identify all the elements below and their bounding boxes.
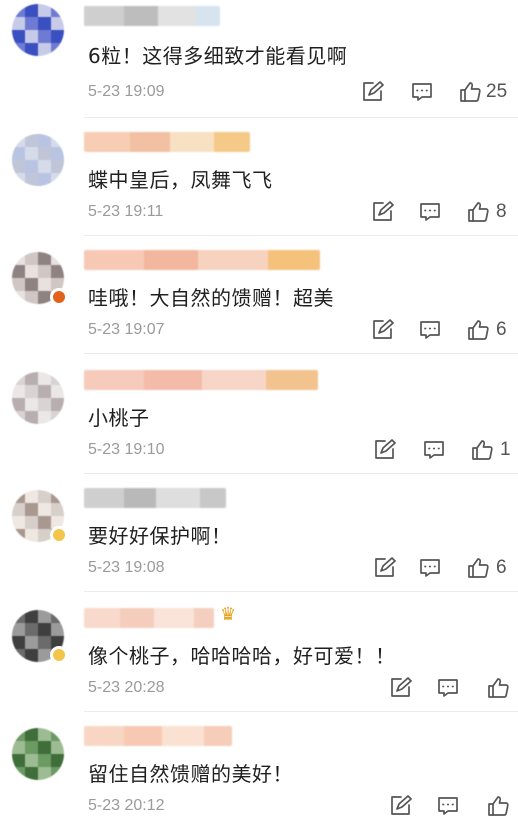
like-button[interactable]: [466, 318, 492, 344]
like-button[interactable]: [486, 794, 512, 820]
comment-bubble-icon: [418, 203, 442, 228]
comment-feed: 6粒！这得多细致才能看见啊 5-23 19:09 25 蝶中皇后，凤舞飞飞 5-23 1…: [0, 0, 518, 830]
divider: [84, 591, 518, 592]
reply-button[interactable]: [418, 318, 444, 344]
thumbs-up-icon: [458, 82, 482, 108]
comment-bubble-icon: [418, 559, 442, 584]
thumbs-up-icon: [466, 202, 490, 228]
reply-button[interactable]: [418, 556, 444, 582]
share-button[interactable]: [360, 80, 386, 106]
comment-timestamp: 5-23 19:09: [88, 83, 165, 100]
share-edit-icon: [388, 677, 412, 704]
comment-timestamp: 5-23 19:10: [88, 441, 165, 458]
share-button[interactable]: [372, 438, 398, 464]
like-count: 1: [500, 439, 511, 460]
username-blurred[interactable]: [84, 488, 226, 508]
avatar[interactable]: [12, 4, 64, 56]
divider: [84, 353, 518, 354]
share-edit-icon: [360, 81, 384, 108]
comment-item[interactable]: 蝶中皇后，凤舞飞飞 5-23 19:11 8: [0, 118, 518, 236]
comment-text: 像个桃子，哈哈哈哈，好可爱！！: [88, 644, 396, 668]
like-button[interactable]: [466, 556, 492, 582]
avatar[interactable]: [12, 372, 64, 424]
share-button[interactable]: [370, 318, 396, 344]
like-button[interactable]: [466, 200, 492, 226]
share-edit-icon: [388, 795, 412, 822]
username-blurred[interactable]: [84, 6, 220, 26]
comment-timestamp: 5-23 19:07: [88, 321, 165, 338]
comment-timestamp: 5-23 19:08: [88, 559, 165, 576]
reply-button[interactable]: [436, 676, 462, 702]
thumbs-up-icon: [470, 440, 494, 466]
comment-timestamp: 5-23 20:28: [88, 679, 165, 696]
verified-badge-icon: [50, 646, 68, 664]
username-blurred[interactable]: [84, 132, 250, 152]
share-button[interactable]: [370, 200, 396, 226]
like-count: 6: [496, 557, 507, 578]
share-button[interactable]: [388, 676, 414, 702]
comment-item[interactable]: ♛ 像个桃子，哈哈哈哈，好可爱！！ 5-23 20:28: [0, 594, 518, 712]
comment-item[interactable]: 留住自然馈赠的美好！ 5-23 20:12: [0, 712, 518, 830]
comment-timestamp: 5-23 20:12: [88, 797, 165, 814]
like-count: 25: [486, 81, 508, 102]
avatar[interactable]: [12, 728, 64, 780]
avatar[interactable]: [12, 134, 64, 186]
comment-text: 留住自然馈赠的美好！: [88, 762, 293, 786]
like-button[interactable]: [486, 676, 512, 702]
comment-item[interactable]: 要好好保护啊！ 5-23 19:08 6: [0, 474, 518, 592]
comment-item[interactable]: 6粒！这得多细致才能看见啊 5-23 19:09 25: [0, 0, 518, 118]
crown-icon: ♛: [220, 604, 237, 625]
username-blurred[interactable]: [84, 726, 232, 746]
reply-button[interactable]: [418, 200, 444, 226]
comment-bubble-icon: [422, 441, 446, 466]
share-edit-icon: [372, 439, 396, 466]
comment-item[interactable]: 哇哦！大自然的馈赠！超美 5-23 19:07 6: [0, 236, 518, 354]
username-blurred[interactable]: [84, 370, 318, 390]
like-count: 6: [496, 319, 507, 340]
reply-button[interactable]: [410, 80, 436, 106]
comment-text: 6粒！这得多细致才能看见啊: [88, 44, 348, 68]
verified-badge-icon: [50, 288, 68, 306]
share-edit-icon: [370, 201, 394, 228]
username-blurred[interactable]: [84, 250, 320, 270]
thumbs-up-icon: [466, 320, 490, 346]
share-edit-icon: [372, 557, 396, 584]
comment-timestamp: 5-23 19:11: [88, 203, 164, 220]
thumbs-up-icon: [486, 678, 510, 704]
comment-text: 蝶中皇后，凤舞飞飞: [88, 168, 273, 192]
reply-button[interactable]: [422, 438, 448, 464]
like-button[interactable]: [470, 438, 496, 464]
comment-text: 小桃子: [88, 406, 150, 430]
comment-text: 要好好保护啊！: [88, 524, 232, 548]
username-blurred[interactable]: [84, 608, 214, 628]
verified-badge-icon: [50, 526, 68, 544]
share-button[interactable]: [388, 794, 414, 820]
share-edit-icon: [370, 319, 394, 346]
thumbs-up-icon: [486, 796, 510, 822]
comment-item[interactable]: 小桃子 5-23 19:10 1: [0, 356, 518, 474]
like-button[interactable]: [458, 80, 484, 106]
share-button[interactable]: [372, 556, 398, 582]
thumbs-up-icon: [466, 558, 490, 584]
comment-bubble-icon: [418, 321, 442, 346]
comment-text: 哇哦！大自然的馈赠！超美: [88, 286, 334, 310]
reply-button[interactable]: [436, 794, 462, 820]
comment-bubble-icon: [410, 83, 434, 108]
comment-bubble-icon: [436, 679, 460, 704]
comment-bubble-icon: [436, 797, 460, 822]
like-count: 8: [496, 201, 507, 222]
